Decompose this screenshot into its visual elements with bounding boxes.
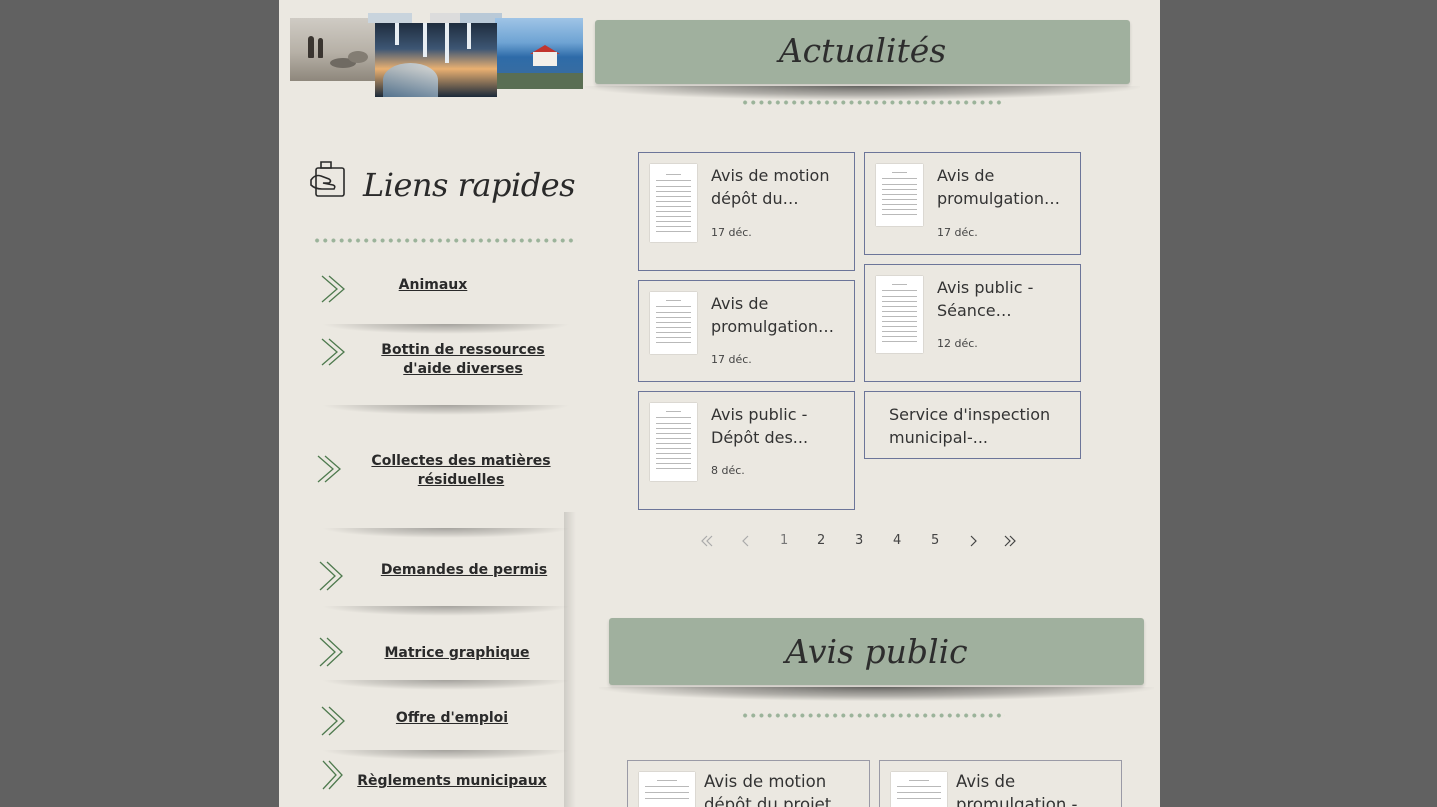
hand-clipboard-icon	[310, 161, 345, 197]
quick-link-label[interactable]: Règlements municipaux	[349, 772, 555, 791]
document-thumbnail	[650, 164, 697, 242]
chevron-right-icon	[970, 535, 977, 547]
chevron-right-icon	[321, 338, 345, 366]
quick-link-collectes[interactable]: Collectes des matières résiduelles	[315, 452, 563, 494]
document-thumbnail	[639, 772, 695, 807]
icicles-photo	[375, 23, 497, 97]
house	[533, 52, 557, 66]
document-thumbnail	[876, 276, 923, 353]
quick-link-animaux[interactable]: Animaux	[319, 274, 567, 304]
chevron-right-icon	[317, 455, 341, 483]
lighthouse-photo	[495, 18, 583, 89]
actualites-title: Actualités	[778, 31, 947, 70]
quick-link-bottin[interactable]: Bottin de ressources d'aide diverses	[319, 337, 567, 379]
dotted-divider	[741, 100, 1005, 105]
news-title[interactable]: Avis de promulgation -...	[937, 165, 1068, 210]
news-date: 8 déc.	[711, 464, 745, 477]
news-title[interactable]: Avis de promulgation -...	[711, 293, 842, 338]
chevron-right-icon	[322, 760, 343, 790]
news-title[interactable]: Avis public - Dépôt des...	[711, 404, 842, 449]
avis-card[interactable]: Avis de motion dépôt du projet de	[627, 760, 870, 807]
news-date: 17 déc.	[711, 226, 752, 239]
liens-rapides-title: Liens rapides	[363, 166, 576, 204]
news-date: 17 déc.	[937, 226, 978, 239]
quick-link-label[interactable]: Collectes des matières résiduelles	[359, 452, 563, 490]
person-figure	[308, 36, 314, 58]
double-chevron-left-icon	[701, 535, 713, 547]
panel-shadow	[564, 512, 576, 807]
document-thumbnail	[650, 292, 697, 354]
link-separator	[321, 606, 571, 616]
person-figure	[318, 38, 323, 58]
dotted-divider	[741, 713, 1005, 718]
news-card[interactable]: Avis public - Dépôt des... 8 déc.	[638, 391, 855, 510]
pagination-page-5[interactable]: 5	[931, 533, 939, 548]
avis-public-title: Avis public	[785, 632, 968, 671]
quick-link-label[interactable]: Bottin de ressources d'aide diverses	[359, 341, 567, 379]
pagination-prev[interactable]	[738, 533, 754, 549]
actualites-banner: Actualités	[595, 20, 1130, 84]
news-card[interactable]: Avis de promulgation -... 17 déc.	[864, 152, 1081, 255]
quick-link-offre-emploi[interactable]: Offre d'emploi	[319, 705, 567, 737]
chevron-right-icon	[319, 561, 343, 591]
link-separator	[321, 680, 571, 690]
icicle	[445, 23, 449, 63]
quick-link-label[interactable]: Demandes de permis	[363, 561, 565, 580]
double-chevron-right-icon	[1004, 535, 1016, 547]
icicle	[395, 23, 399, 45]
beach-photo	[290, 18, 380, 81]
page-content: Actualités Liens rapides Animaux Bottin …	[279, 0, 1160, 807]
avis-card[interactable]: Avis de promulgation -	[879, 760, 1122, 807]
avis-title[interactable]: Avis de motion dépôt du projet de	[704, 771, 857, 807]
link-separator	[321, 324, 571, 334]
quick-link-label[interactable]: Animaux	[369, 276, 497, 295]
pagination-page-3[interactable]: 3	[855, 533, 863, 548]
avis-public-banner: Avis public	[609, 618, 1144, 685]
quick-link-label[interactable]: Offre d'emploi	[363, 709, 541, 728]
icicle	[423, 23, 427, 57]
land	[495, 73, 583, 89]
news-date: 12 déc.	[937, 337, 978, 350]
pagination-page-2[interactable]: 2	[817, 533, 825, 548]
banner-shadow	[599, 687, 1154, 701]
news-card[interactable]: Service d'inspection municipal-...	[864, 391, 1081, 459]
quick-link-permis[interactable]: Demandes de permis	[317, 560, 565, 592]
pagination-last[interactable]	[1002, 533, 1018, 549]
news-card[interactable]: Avis de promulgation -... 17 déc.	[638, 280, 855, 382]
news-card[interactable]: Avis de motion dépôt du proje... 17 déc.	[638, 152, 855, 271]
pagination-next[interactable]	[965, 533, 981, 549]
news-date: 17 déc.	[711, 353, 752, 366]
news-title[interactable]: Avis de motion dépôt du proje...	[711, 165, 842, 210]
news-title[interactable]: Avis public - Séance ordinai...	[937, 277, 1068, 322]
document-thumbnail	[891, 772, 947, 807]
link-separator	[321, 405, 571, 415]
sky-photo	[430, 13, 460, 23]
link-separator	[321, 528, 571, 538]
quick-link-matrice[interactable]: Matrice graphique	[317, 636, 565, 668]
quick-link-label[interactable]: Matrice graphique	[363, 644, 551, 663]
news-card[interactable]: Avis public - Séance ordinai... 12 déc.	[864, 264, 1081, 382]
chevron-right-icon	[319, 637, 343, 667]
quick-link-reglements[interactable]: Règlements municipaux	[321, 759, 569, 791]
icicle	[467, 23, 471, 49]
chevron-right-icon	[321, 275, 345, 303]
rock	[348, 51, 368, 63]
pagination-page-4[interactable]: 4	[893, 533, 901, 548]
document-thumbnail	[876, 164, 923, 226]
chevron-right-icon	[321, 706, 345, 736]
dotted-divider	[313, 238, 577, 243]
document-thumbnail	[650, 403, 697, 481]
pagination-first[interactable]	[699, 533, 715, 549]
news-title[interactable]: Service d'inspection municipal-...	[889, 404, 1068, 449]
sky-photo	[368, 13, 412, 23]
photo-collage	[290, 13, 583, 99]
chevron-left-icon	[742, 535, 749, 547]
avis-title[interactable]: Avis de promulgation -	[956, 771, 1109, 807]
banner-shadow	[585, 86, 1140, 100]
ice-wave	[383, 63, 438, 97]
pagination-page-1[interactable]: 1	[780, 533, 788, 548]
